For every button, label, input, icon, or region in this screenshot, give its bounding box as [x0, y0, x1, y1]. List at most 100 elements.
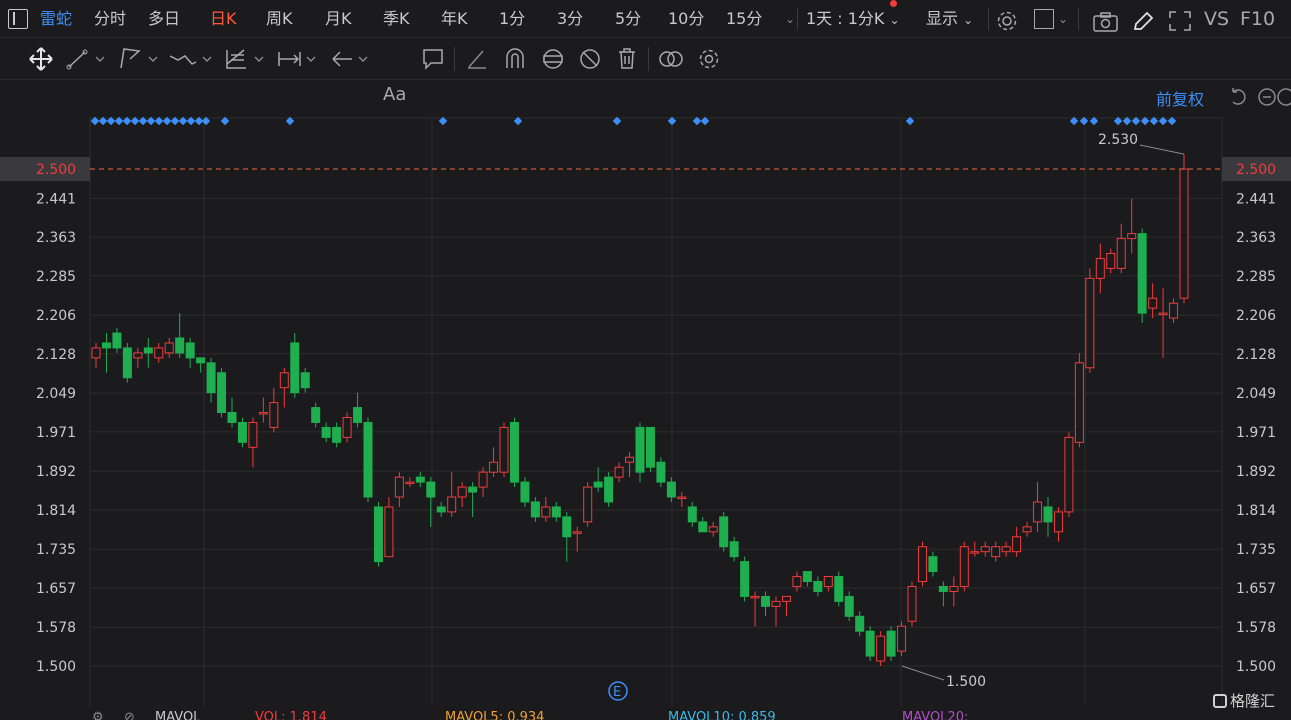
candle-up: [133, 352, 143, 359]
sidebar-toggle-icon[interactable]: [8, 9, 28, 29]
interval-select[interactable]: 1天 : 1分K ⌄: [806, 0, 900, 38]
candle-up: [248, 421, 258, 448]
magnet-icon[interactable]: [503, 46, 527, 72]
period-tab[interactable]: 1分: [499, 0, 525, 38]
polyline-tool-icon[interactable]: [118, 46, 162, 72]
price-tick-left: 1.892: [36, 464, 76, 480]
arrow-tool-icon[interactable]: [330, 46, 374, 72]
range-tool-icon[interactable]: [276, 46, 322, 72]
candle-up: [771, 600, 781, 607]
wave-tool-icon[interactable]: [168, 46, 216, 72]
candle-up: [91, 347, 101, 359]
price-tick-left: 1.657: [36, 581, 76, 597]
period-tab[interactable]: 季K: [383, 0, 410, 38]
candle-down: [101, 342, 111, 349]
candle-up: [781, 595, 791, 602]
candle-down: [520, 481, 530, 503]
price-tick-right: 1.578: [1236, 620, 1276, 636]
candle-down: [865, 630, 875, 657]
price-tick-right: 2.206: [1236, 308, 1276, 324]
candle-up: [1074, 362, 1084, 443]
candle-up: [269, 402, 279, 428]
f10-button[interactable]: F10: [1240, 0, 1275, 38]
period-tab[interactable]: 周K: [266, 0, 293, 38]
candle-down: [729, 541, 739, 558]
candle-up: [980, 546, 990, 553]
pen-icon[interactable]: [1132, 9, 1154, 35]
period-tab[interactable]: 分时: [94, 0, 126, 38]
price-tick-left: 2.206: [36, 308, 76, 324]
high-annotation-line: [1139, 144, 1185, 155]
candlestick-chart[interactable]: 2.441 2.441 2.363 2.363 2.285 2.285 2.206 2.206…: [0, 80, 1291, 720]
candle-up: [384, 506, 394, 558]
indicator-strip: ⚙ ⊘ MAVOL VOL: 1.814 MAVOL5: 0.934 MAVOL…: [0, 706, 1291, 720]
candle-down: [666, 481, 676, 498]
settings-icon[interactable]: [995, 8, 1019, 34]
candle-down: [415, 476, 425, 483]
candle-down: [227, 412, 237, 423]
brand-icon: [1213, 694, 1227, 708]
price-tick-right: 2.285: [1236, 269, 1276, 285]
candle-up: [949, 585, 959, 592]
candle-up: [970, 551, 980, 554]
period-tab[interactable]: 15分: [726, 0, 762, 38]
candle-down: [112, 332, 122, 349]
trash-icon[interactable]: [615, 46, 639, 72]
hide-icon[interactable]: [577, 46, 603, 72]
chevron-down-icon[interactable]: ⌄: [1058, 0, 1068, 38]
eraser-icon[interactable]: [465, 46, 489, 72]
fib-tool-icon[interactable]: [224, 46, 268, 72]
move-icon[interactable]: [28, 46, 54, 72]
fullscreen-icon[interactable]: [1168, 8, 1192, 34]
candle-down: [1043, 506, 1053, 523]
candle-up: [405, 481, 415, 485]
period-tab[interactable]: 5分: [615, 0, 641, 38]
toolbar-settings-icon[interactable]: [696, 46, 722, 72]
candle-up: [164, 342, 174, 354]
layout-icon[interactable]: [1034, 9, 1054, 29]
candle-up: [457, 486, 467, 498]
candle-down: [938, 585, 948, 592]
candle-down: [290, 342, 300, 394]
camera-icon[interactable]: [1093, 9, 1119, 35]
candle-up: [708, 526, 718, 533]
period-tab[interactable]: 月K: [325, 0, 352, 38]
indicator-settings-icon[interactable]: ⚙: [92, 710, 104, 720]
price-tick-left: 1.971: [36, 425, 76, 441]
candle-down: [834, 576, 844, 602]
lock-icon[interactable]: [540, 46, 566, 72]
candle-down: [740, 561, 750, 597]
period-tab[interactable]: 多日: [148, 0, 180, 38]
price-tick-right: 2.441: [1236, 191, 1276, 207]
candle-down: [645, 426, 655, 468]
price-tick-right: 2.128: [1236, 347, 1276, 363]
high-annotation: 2.530: [1098, 132, 1138, 148]
period-tab[interactable]: 日K: [210, 0, 237, 38]
visibility-icon[interactable]: [657, 46, 685, 72]
price-tick-left: 1.578: [36, 620, 76, 636]
candle-up: [489, 461, 499, 473]
stock-name[interactable]: 雷蛇: [40, 0, 72, 38]
price-tick-left: 2.285: [36, 269, 76, 285]
candle-up: [917, 546, 927, 583]
period-tab[interactable]: 3分: [557, 0, 583, 38]
candle-up: [614, 466, 624, 478]
price-tick-left: 2.363: [36, 230, 76, 246]
period-tab[interactable]: 10分: [668, 0, 704, 38]
candle-up: [478, 471, 488, 488]
top-bar: 雷蛇 分时 多日 日K 周K 月K 季K 年K 1分 3分 5分 10分 15分 ⌄ 1天 : 1分K…: [0, 0, 1291, 38]
candle-up: [1179, 168, 1189, 299]
chevron-down-icon[interactable]: ⌄: [785, 0, 795, 38]
chevron-down-icon: ⌄: [963, 13, 974, 27]
vol-label: VOL: 1.814: [255, 710, 327, 720]
line-tool-icon[interactable]: [66, 46, 108, 72]
candle-down: [802, 571, 812, 583]
comment-tool-icon[interactable]: [421, 46, 445, 72]
vs-button[interactable]: VS: [1204, 0, 1229, 38]
period-tab[interactable]: 年K: [441, 0, 468, 38]
display-menu[interactable]: 显示 ⌄: [926, 0, 973, 38]
current-price-label-left: 2.500: [36, 162, 76, 178]
candle-down: [1137, 233, 1147, 314]
candle-down: [813, 581, 823, 592]
indicator-hide-icon[interactable]: ⊘: [124, 710, 135, 720]
